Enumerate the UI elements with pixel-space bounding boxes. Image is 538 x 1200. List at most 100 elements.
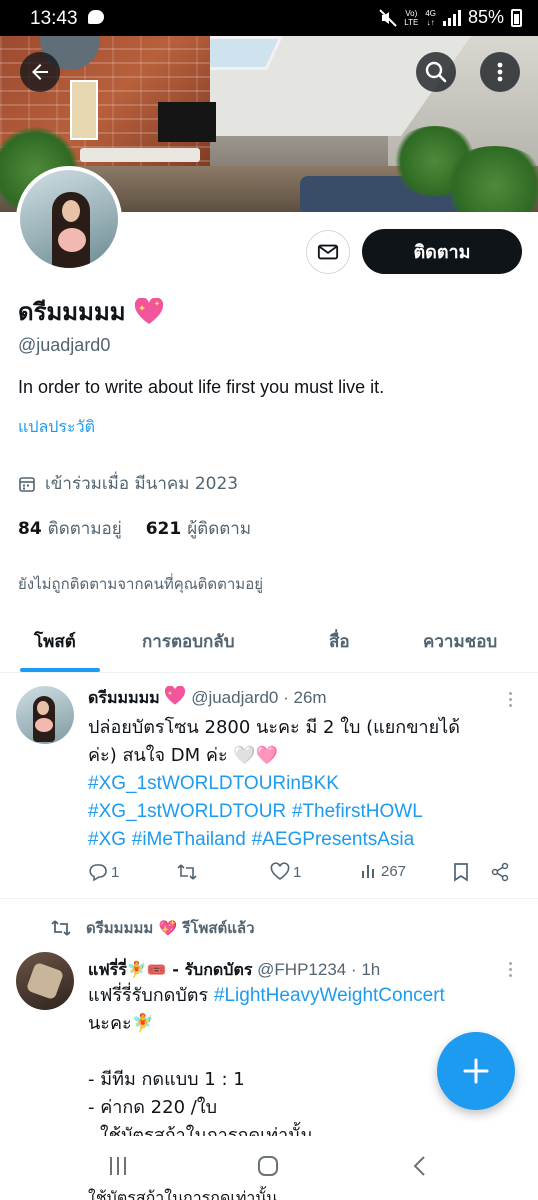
- joined-text: เข้าร่วมเมื่อ มีนาคม 2023: [45, 474, 239, 494]
- hashtag-link[interactable]: #XG: [88, 829, 126, 850]
- tweet-avatar[interactable]: [16, 952, 74, 1010]
- following-count: 84: [18, 519, 42, 539]
- tab-replies[interactable]: การตอบกลับ: [142, 628, 235, 655]
- battery-percent: 85%: [467, 7, 504, 27]
- tweet-text-line: นะคะ🧚: [88, 1013, 155, 1034]
- back-button[interactable]: [20, 52, 60, 92]
- views-chart-icon: [362, 865, 374, 878]
- follow-button[interactable]: ติดตาม: [362, 229, 522, 274]
- hashtag-link[interactable]: #ThefirstHOWL: [292, 801, 423, 822]
- tweet-author[interactable]: แฟรี่รี่🧚🎟️ - รับกดบัตร: [88, 960, 252, 979]
- hashtag-link[interactable]: #LightHeavyWeightConcert: [214, 985, 445, 1006]
- tweet-handle[interactable]: @FHP1234: [257, 960, 346, 979]
- message-button[interactable]: [306, 230, 350, 274]
- heart-outline-icon: [270, 862, 290, 880]
- active-tab-indicator: [20, 668, 100, 672]
- tweet-avatar-object: [25, 961, 65, 1001]
- status-time: 13:43: [30, 8, 78, 29]
- retweet-context: ดรีมมมมม 💖 รีโพสต์แล้ว: [50, 916, 255, 940]
- sparkling-heart-icon: [165, 685, 186, 705]
- tweet-time: · 1h: [350, 960, 381, 979]
- like-count: 1: [293, 863, 302, 881]
- volte-bottom: LTE: [404, 17, 419, 27]
- tweet-hashtag-row: #XG_1stWORLDTOURinBKK: [88, 770, 518, 798]
- bookmark-button[interactable]: [452, 862, 470, 882]
- sparkling-heart-icon: [134, 297, 163, 324]
- tweet-text-prefix: แฟรี่รี่รับกดบัตร: [88, 985, 209, 1006]
- vertical-dots-icon: [497, 62, 503, 82]
- tweet-divider: [0, 898, 538, 899]
- data-bottom: ↓↑: [426, 17, 435, 27]
- tweet-item[interactable]: ดรีมมมมม @juadjard0 · 26m ปล่อยบัตรโซน 2…: [0, 674, 538, 898]
- profile-handle: @juadjard0: [18, 335, 111, 355]
- status-bar: 13:43 Vo) LTE 4G ↓↑ 85%: [0, 0, 538, 36]
- back-nav-icon[interactable]: [408, 1154, 432, 1178]
- retweet-icon: [177, 864, 197, 880]
- tweet-handle[interactable]: @juadjard0: [191, 688, 278, 707]
- mute-icon: [379, 8, 397, 27]
- views-button[interactable]: 267: [360, 862, 406, 880]
- hashtag-link[interactable]: #XG_1stWORLDTOURinBKK: [88, 773, 339, 794]
- tweet-more-button[interactable]: [506, 692, 514, 712]
- translate-bio-link[interactable]: แปลประวัติ: [18, 415, 95, 440]
- tweet-actions: 1 1 267: [88, 862, 518, 886]
- volte-top: Vo): [405, 8, 418, 18]
- tweet-time: · 26m: [283, 688, 327, 707]
- battery-icon: [511, 8, 522, 27]
- following-label: ติดตามอยู่: [47, 519, 122, 539]
- search-button[interactable]: [416, 52, 456, 92]
- more-options-button[interactable]: [480, 52, 520, 92]
- followers-label: ผู้ติดตาม: [187, 519, 252, 539]
- share-button[interactable]: [490, 862, 510, 882]
- overflow-text-peek: ใช้บัตรสถ้าในการกดเท่านั้น: [88, 1186, 277, 1200]
- recent-apps-icon[interactable]: [106, 1154, 130, 1178]
- tweet-hashtag-row: #XG_1stWORLDTOUR #ThefirstHOWL: [88, 798, 518, 826]
- retweet-button[interactable]: [176, 862, 201, 882]
- search-icon: [425, 61, 447, 83]
- tweet-hashtag-row: #XG #iMeThailand #AEGPresentsAsia: [88, 826, 518, 854]
- tweet-header: แฟรี่รี่🧚🎟️ - รับกดบัตร @FHP1234 · 1h: [88, 958, 380, 983]
- tab-media[interactable]: สื่อ: [329, 628, 350, 655]
- data-indicator: 4G ↓↑: [425, 9, 436, 27]
- banner-picture-frame: [70, 80, 98, 140]
- followers-stat[interactable]: 621 ผู้ติดตาม: [146, 515, 251, 542]
- followers-count: 621: [145, 519, 182, 539]
- data-top: 4G: [425, 8, 436, 18]
- display-name-text: ดรีมมมมม: [18, 298, 126, 326]
- banner-table: [80, 148, 200, 162]
- display-name: ดรีมมมมม: [18, 292, 164, 331]
- tweet-text-line-cut: ใช้บัตรสถ้าในการกดเท่านั้น: [88, 1122, 518, 1136]
- status-icons: Vo) LTE 4G ↓↑ 85%: [379, 7, 522, 28]
- tweet-text-line: แฟรี่รี่รับกดบัตร #LightHeavyWeightConce…: [88, 982, 518, 1010]
- hashtag-link[interactable]: #AEGPresentsAsia: [252, 829, 415, 850]
- tab-likes[interactable]: ความชอบ: [423, 628, 497, 655]
- profile-tabs: โพสต์ การตอบกลับ สื่อ ความชอบ: [0, 618, 538, 673]
- tweet-author[interactable]: ดรีมมมมม: [88, 688, 160, 707]
- volte-indicator: Vo) LTE: [404, 9, 418, 27]
- profile-avatar[interactable]: [16, 166, 122, 272]
- profile-bio: In order to write about life first you m…: [18, 377, 385, 397]
- banner-tv: [158, 102, 216, 142]
- tweet-more-button[interactable]: [506, 962, 514, 982]
- reply-button[interactable]: 1: [88, 862, 119, 882]
- envelope-icon: [317, 244, 339, 260]
- hashtag-link[interactable]: #XG_1stWORLDTOUR: [88, 801, 286, 822]
- like-button[interactable]: 1: [270, 862, 301, 882]
- tweet-avatar-face: [37, 701, 49, 715]
- tab-posts[interactable]: โพสต์: [34, 628, 76, 655]
- signal-icon: [442, 9, 461, 26]
- bookmark-icon: [454, 863, 468, 882]
- not-followed-note: ยังไม่ถูกติดตามจากคนที่คุณติดตามอยู่: [18, 575, 263, 593]
- home-icon[interactable]: [256, 1154, 280, 1178]
- tweet-text-partial: ใช้บัตรสถ้าในการกดเท่านั้น: [100, 1125, 313, 1136]
- tweet-text: ปล่อยบัตรโซน 2800 นะคะ มี 2 ใบ (แยกขายได…: [88, 714, 518, 854]
- plus-icon: [463, 1058, 489, 1084]
- retweeted-by-text[interactable]: ดรีมมมมม 💖 รีโพสต์แล้ว: [86, 916, 255, 940]
- tweet-avatar[interactable]: [16, 686, 74, 744]
- hashtag-link[interactable]: #iMeThailand: [132, 829, 246, 850]
- joined-date: เข้าร่วมเมื่อ มีนาคม 2023: [18, 470, 238, 497]
- compose-post-button[interactable]: [437, 1032, 515, 1110]
- share-icon: [491, 862, 509, 882]
- views-count: 267: [381, 862, 407, 880]
- following-stat[interactable]: 84 ติดตามอยู่: [18, 515, 122, 542]
